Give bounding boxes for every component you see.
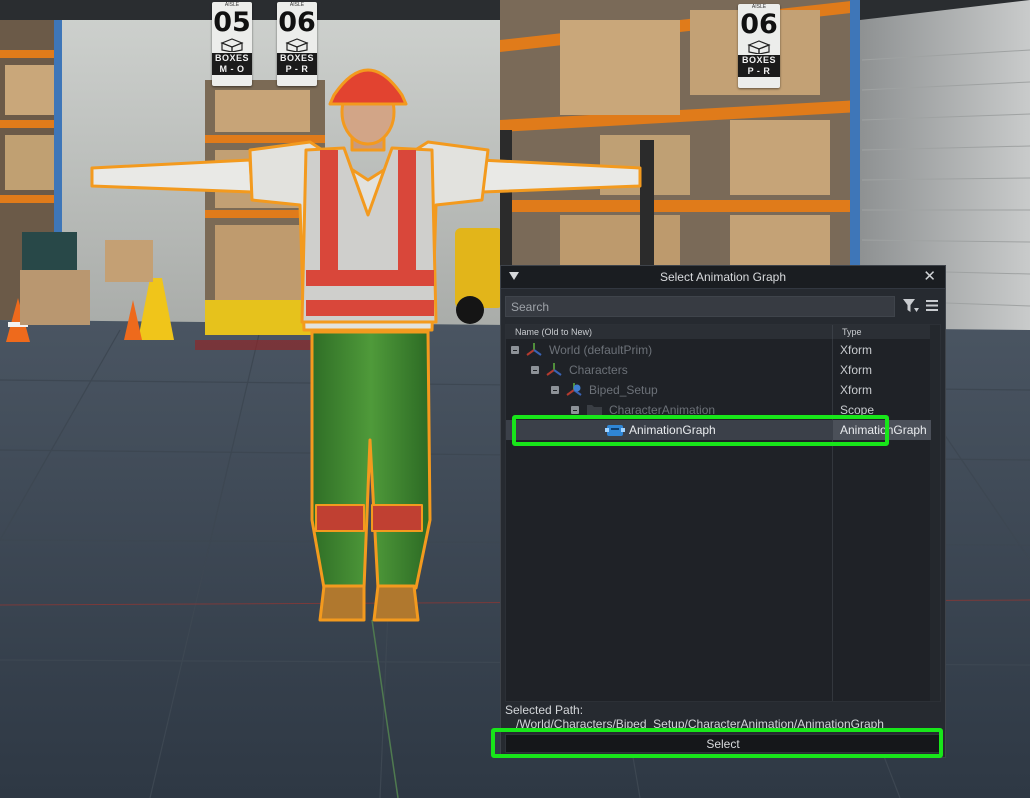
menu-icon[interactable] (926, 300, 938, 311)
box-icon (220, 38, 244, 52)
collapse-icon[interactable] (571, 406, 579, 414)
tree-row-animation-graph[interactable]: AnimationGraph AnimationGraph (506, 420, 931, 440)
aisle-sign-06-left: AISLE 06 BOXES P - R (277, 2, 317, 86)
column-header-type[interactable]: Type (842, 325, 862, 339)
xform-icon (546, 363, 562, 376)
xform-icon (526, 343, 542, 356)
dialog-title: Select Animation Graph (659, 270, 787, 284)
tree-header: Name (Old to New) Type (506, 325, 940, 339)
collapse-icon[interactable] (511, 346, 519, 354)
box-icon (747, 40, 771, 54)
collapse-icon[interactable] (551, 386, 559, 394)
selected-path-label: Selected Path: (505, 703, 584, 717)
filter-icon[interactable] (903, 299, 919, 313)
aisle-sign-05: AISLE 05 BOXES M - O (212, 2, 252, 86)
folder-icon (587, 405, 602, 416)
animation-graph-icon (605, 425, 625, 436)
box-icon (285, 38, 309, 52)
tree-row-character-animation[interactable]: CharacterAnimation Scope (506, 400, 931, 420)
search-input[interactable] (505, 296, 895, 317)
column-header-name[interactable]: Name (Old to New) (515, 325, 592, 339)
aisle-sign-06-right: AISLE 06 BOXES P - R (738, 4, 780, 88)
selected-path-value: /World/Characters/Biped_Setup/CharacterA… (516, 717, 884, 731)
column-divider[interactable] (832, 325, 833, 339)
tree-scrollbar[interactable] (930, 325, 940, 701)
tree-row-world[interactable]: World (defaultPrim) Xform (506, 340, 931, 360)
tree-row-characters[interactable]: Characters Xform (506, 360, 931, 380)
skeleton-icon (566, 383, 582, 396)
search-row (505, 296, 941, 318)
stage-tree[interactable]: Name (Old to New) Type World (defaultPri… (505, 324, 941, 702)
dialog-title-bar[interactable]: Select Animation Graph ✕ (501, 266, 945, 289)
tree-row-biped-setup[interactable]: Biped_Setup Xform (506, 380, 931, 400)
collapse-icon[interactable] (531, 366, 539, 374)
close-icon[interactable]: ✕ (923, 268, 936, 286)
select-button[interactable]: Select (505, 734, 941, 753)
select-animation-graph-dialog: Select Animation Graph ✕ Name (Old to Ne… (500, 265, 946, 758)
